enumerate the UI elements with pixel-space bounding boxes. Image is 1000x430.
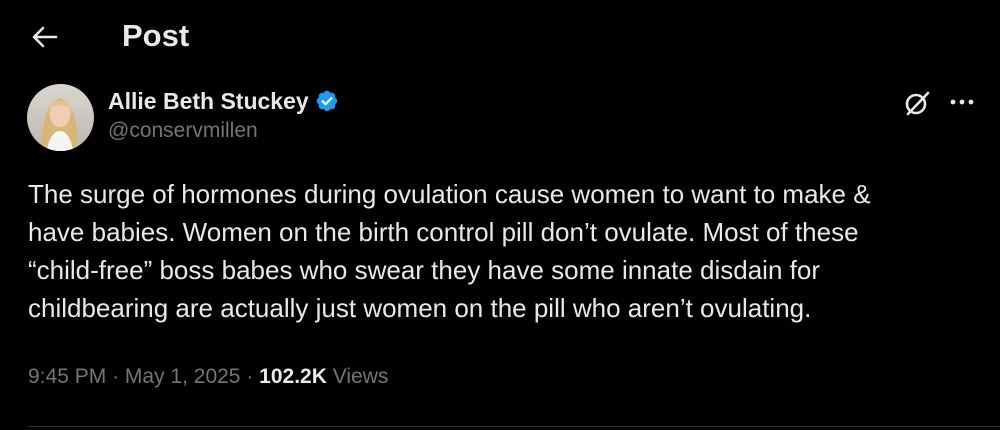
page-title: Post bbox=[122, 18, 190, 53]
divider bbox=[28, 426, 1000, 427]
more-options-button[interactable] bbox=[944, 88, 980, 116]
author-display-name[interactable]: Allie Beth Stuckey bbox=[108, 88, 309, 115]
author-info: Allie Beth Stuckey @conservmillen bbox=[108, 86, 339, 143]
verified-badge-icon[interactable] bbox=[315, 89, 339, 113]
author-handle[interactable]: @conservmillen bbox=[108, 119, 339, 143]
more-horizontal-icon bbox=[950, 99, 974, 105]
post-time[interactable]: 9:45 PM bbox=[28, 365, 106, 388]
top-bar: Post bbox=[0, 0, 1000, 72]
post-date[interactable]: May 1, 2025 bbox=[125, 365, 241, 388]
meta-separator: · bbox=[246, 365, 254, 388]
post-text: The surge of hormones during ovulation c… bbox=[28, 179, 871, 323]
post-metadata: 9:45 PM · May 1, 2025 · 102.2K Views bbox=[28, 365, 388, 389]
author-name-row: Allie Beth Stuckey bbox=[108, 86, 339, 116]
meta-separator: · bbox=[112, 365, 120, 388]
views-label: Views bbox=[332, 365, 389, 388]
grok-button[interactable] bbox=[900, 88, 934, 118]
grok-icon bbox=[905, 91, 930, 116]
author-avatar[interactable] bbox=[27, 84, 94, 151]
avatar-image bbox=[27, 84, 94, 151]
views-count[interactable]: 102.2K bbox=[259, 365, 327, 388]
arrow-left-icon bbox=[32, 26, 58, 48]
back-button[interactable] bbox=[28, 22, 62, 52]
